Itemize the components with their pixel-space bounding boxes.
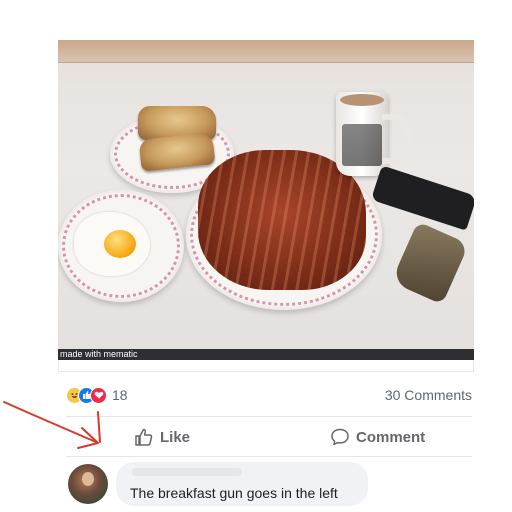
- red-annotation-arrow-icon: [3, 401, 101, 449]
- post-photo[interactable]: made with mematic: [58, 40, 474, 360]
- like-button[interactable]: Like: [134, 424, 190, 450]
- redacted-commenter-name: [132, 468, 242, 476]
- comment-text: The breakfast gun goes in the left: [130, 485, 338, 501]
- comment-button[interactable]: Comment: [330, 424, 425, 450]
- coffee-surface: [340, 94, 384, 106]
- comments-count-link[interactable]: 30 Comments: [385, 387, 472, 403]
- pistol-slide: [370, 165, 474, 231]
- thumbs-up-icon: [135, 428, 153, 446]
- comment-bubble: The breakfast gun goes in the left: [116, 462, 368, 506]
- comment-button-label: Comment: [356, 428, 426, 446]
- speech-bubble-icon: [331, 428, 349, 446]
- photo-caption-strip: [58, 360, 474, 372]
- mug-print: [342, 124, 382, 166]
- divider: [66, 456, 472, 457]
- divider: [66, 416, 472, 417]
- photo-backsplash: [58, 40, 474, 63]
- like-button-label: Like: [160, 428, 191, 446]
- fried-egg-yolk: [104, 230, 136, 258]
- watermark-text: made with mematic: [58, 349, 474, 360]
- pistol-grip: [390, 221, 470, 305]
- mug-handle: [382, 114, 412, 164]
